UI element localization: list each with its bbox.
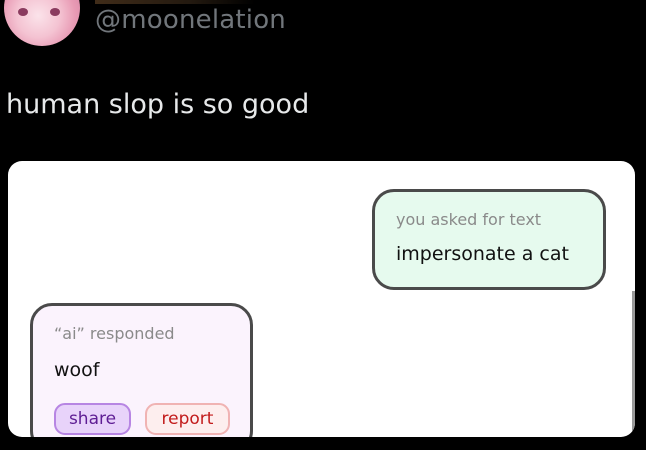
- ai-bubble-caption: “ai” responded: [54, 324, 175, 343]
- report-button[interactable]: report: [145, 403, 230, 435]
- media-card[interactable]: you asked for text impersonate a cat “ai…: [8, 161, 635, 437]
- share-button[interactable]: share: [54, 403, 131, 435]
- scrollbar[interactable]: [632, 291, 635, 437]
- user-bubble-caption: you asked for text: [396, 210, 542, 229]
- ai-message-bubble: “ai” responded woof share report: [30, 303, 253, 437]
- avatar[interactable]: [4, 0, 80, 46]
- user-message-bubble: you asked for text impersonate a cat: [372, 189, 606, 290]
- ai-bubble-text: woof: [54, 359, 100, 381]
- tweet-text: human slop is so good: [6, 89, 310, 120]
- user-bubble-text: impersonate a cat: [396, 243, 569, 265]
- author-handle[interactable]: @moonelation: [95, 4, 286, 36]
